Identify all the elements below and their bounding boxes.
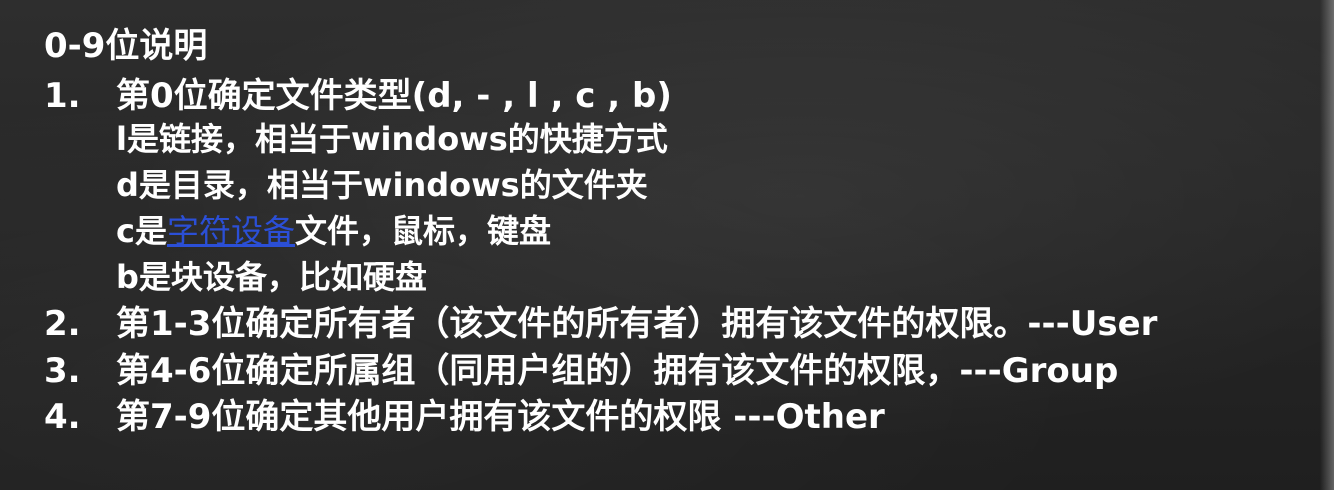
sub-item-directory: d是目录，相当于windows的文件夹 bbox=[116, 166, 648, 204]
sub-item-prefix: c是 bbox=[116, 212, 167, 250]
list-item-3: 3. 第4-6位确定所属组（同用户组的）拥有该文件的权限，---Group bbox=[44, 347, 1118, 395]
list-item-4: 4. 第7-9位确定其他用户拥有该文件的权限 ---Other bbox=[44, 393, 885, 441]
list-text: 第0位确定文件类型(d, - , l , c , b) bbox=[116, 76, 672, 116]
sub-item-block-device: b是块设备，比如硬盘 bbox=[116, 258, 427, 296]
list-number: 1. bbox=[44, 76, 81, 116]
list-item-2: 2. 第1-3位确定所有者（该文件的所有者）拥有该文件的权限。---User bbox=[44, 300, 1157, 348]
list-item-1: 1. 第0位确定文件类型(d, - , l , c , b) bbox=[44, 72, 672, 120]
char-device-link[interactable]: 字符设备 bbox=[167, 212, 295, 250]
list-text: 第7-9位确定其他用户拥有该文件的权限 ---Other bbox=[116, 397, 885, 437]
sub-item-link: l是链接，相当于windows的快捷方式 bbox=[116, 120, 668, 158]
list-number: 3. bbox=[44, 351, 81, 391]
list-number: 2. bbox=[44, 304, 81, 344]
slide: 0-9位说明 1. 第0位确定文件类型(d, - , l , c , b) l是链… bbox=[0, 0, 1334, 490]
list-text: 第1-3位确定所有者（该文件的所有者）拥有该文件的权限。---User bbox=[116, 304, 1158, 344]
list-number: 4. bbox=[44, 397, 81, 437]
sub-item-suffix: 文件，鼠标，键盘 bbox=[295, 212, 552, 250]
list-text: 第4-6位确定所属组（同用户组的）拥有该文件的权限，---Group bbox=[116, 351, 1119, 391]
sub-item-char-device: c是字符设备文件，鼠标，键盘 bbox=[116, 208, 551, 254]
slide-edge bbox=[1320, 0, 1334, 490]
slide-title: 0-9位说明 bbox=[44, 26, 208, 66]
